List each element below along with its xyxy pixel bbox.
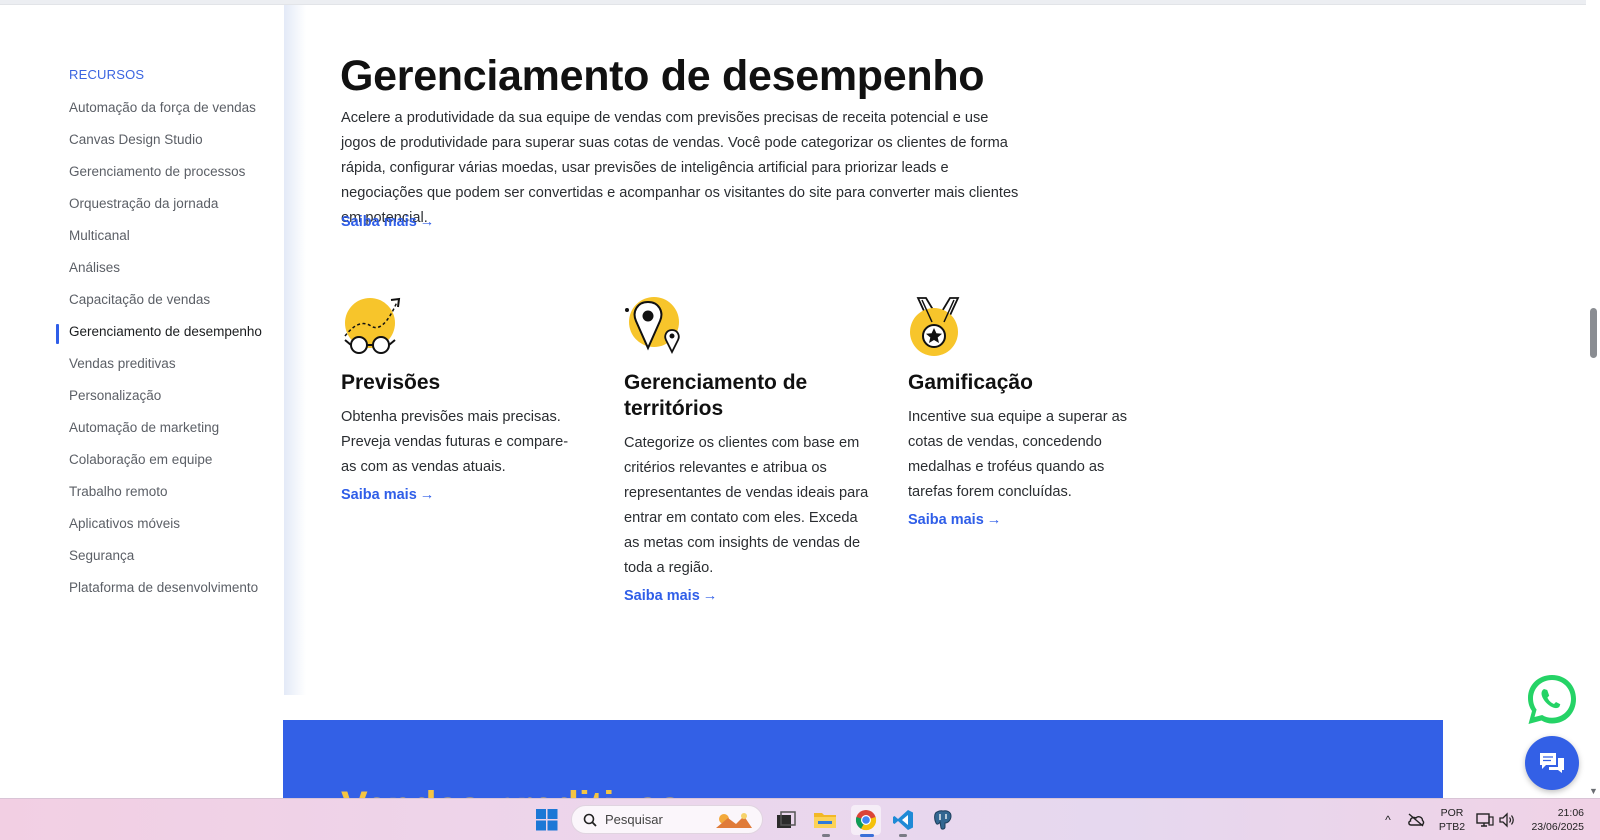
postgresql-icon[interactable] bbox=[930, 807, 956, 833]
cloud-offline-icon[interactable] bbox=[1403, 807, 1429, 833]
task-view-icon[interactable] bbox=[773, 807, 799, 833]
input-language[interactable]: POR PTB2 bbox=[1437, 806, 1467, 834]
card-title: Previsões bbox=[341, 371, 441, 394]
running-indicator bbox=[899, 834, 907, 837]
chevron-up-icon[interactable]: ^ bbox=[1375, 807, 1401, 833]
sidebar-item-analytics[interactable]: Análises bbox=[69, 257, 269, 278]
sidebar-item-label: Gerenciamento de desempenho bbox=[69, 324, 262, 339]
banner-title: Vendas preditivas bbox=[341, 784, 681, 798]
feature-card-territories: Gerenciamento de territórios Categorize … bbox=[624, 296, 869, 605]
card-text: Categorize os clientes com base em crité… bbox=[624, 435, 869, 576]
search-highlight-icon bbox=[716, 813, 752, 828]
sidebar-shadow bbox=[284, 5, 306, 695]
learn-more-label: Saiba mais bbox=[624, 588, 700, 604]
card-title: Gerenciamento de territórios bbox=[624, 371, 808, 420]
arrow-right-icon: → bbox=[419, 214, 435, 230]
chat-bubbles-icon bbox=[1540, 753, 1564, 773]
arrow-right-icon: → bbox=[986, 512, 1002, 528]
learn-more-label: Saiba mais bbox=[908, 512, 984, 528]
card-title: Gamificação bbox=[908, 371, 1033, 394]
active-indicator bbox=[56, 324, 59, 344]
vscode-icon[interactable] bbox=[890, 807, 916, 833]
sidebar-item-team-collaboration[interactable]: Colaboração em equipe bbox=[69, 449, 269, 470]
running-indicator bbox=[822, 834, 830, 837]
volume-icon[interactable] bbox=[1494, 807, 1520, 833]
whatsapp-button[interactable] bbox=[1524, 672, 1580, 728]
card-text: Incentive sua equipe a superar as cotas … bbox=[908, 409, 1128, 500]
clock[interactable]: 21:06 23/06/2025 bbox=[1524, 806, 1584, 834]
sidebar-item-personalization[interactable]: Personalização bbox=[69, 385, 269, 406]
sidebar-item-performance-management[interactable]: Gerenciamento de desempenho bbox=[56, 321, 269, 344]
clock-date: 23/06/2025 bbox=[1531, 821, 1584, 833]
learn-more-label: Saiba mais bbox=[341, 214, 417, 230]
learn-more-link[interactable]: Saiba mais → bbox=[341, 214, 434, 230]
sidebar-item-mobile-apps[interactable]: Aplicativos móveis bbox=[69, 513, 269, 534]
keyboard-layout: PTB2 bbox=[1438, 821, 1466, 833]
page-scrollbar[interactable]: ▼ bbox=[1586, 0, 1600, 798]
card-learn-more-link[interactable]: Saiba mais → bbox=[341, 487, 434, 503]
sidebar-item-security[interactable]: Segurança bbox=[69, 545, 269, 566]
learn-more-label: Saiba mais bbox=[341, 487, 417, 503]
os-taskbar: Pesquisar ^ POR PTB2 21:06 23/06/2025 bbox=[0, 798, 1600, 840]
search-placeholder: Pesquisar bbox=[605, 812, 663, 827]
whatsapp-icon bbox=[1528, 675, 1576, 724]
resources-sidebar: RECURSOS Automação da força de vendas Ca… bbox=[0, 5, 284, 695]
chat-button[interactable] bbox=[1525, 736, 1579, 790]
feature-card-forecasts: Previsões Obtenha previsões mais precisa… bbox=[341, 296, 581, 504]
sidebar-item-sales-enablement[interactable]: Capacitação de vendas bbox=[69, 289, 269, 310]
taskbar-search-box[interactable]: Pesquisar bbox=[571, 805, 763, 834]
section-description: Acelere a produtividade da sua equipe de… bbox=[341, 110, 1019, 226]
sidebar-item-development-platform[interactable]: Plataforma de desenvolvimento bbox=[69, 577, 269, 598]
file-explorer-icon[interactable] bbox=[812, 807, 838, 833]
sidebar-item-process-management[interactable]: Gerenciamento de processos bbox=[69, 161, 269, 182]
medal-icon bbox=[908, 296, 968, 356]
clock-time: 21:06 bbox=[1557, 807, 1584, 819]
sidebar-item-marketing-automation[interactable]: Automação de marketing bbox=[69, 417, 269, 438]
predictive-sales-banner: Vendas preditivas bbox=[283, 720, 1443, 798]
arrow-right-icon: → bbox=[702, 588, 718, 604]
active-app-indicator bbox=[860, 834, 874, 837]
card-text: Obtenha previsões mais precisas. Preveja… bbox=[341, 409, 569, 475]
section-title: Gerenciamento de desempenho bbox=[340, 52, 985, 100]
search-icon bbox=[583, 813, 597, 827]
scroll-down-arrow-icon[interactable]: ▼ bbox=[1589, 786, 1598, 796]
arrow-right-icon: → bbox=[419, 487, 435, 503]
sidebar-item-predictive-sales[interactable]: Vendas preditivas bbox=[69, 353, 269, 374]
feature-card-gamification: Gamificação Incentive sua equipe a super… bbox=[908, 296, 1140, 529]
sidebar-item-sales-force-automation[interactable]: Automação da força de vendas bbox=[69, 97, 269, 118]
sidebar-list: Automação da força de vendas Canvas Desi… bbox=[56, 97, 269, 609]
forecast-icon bbox=[341, 296, 401, 356]
card-learn-more-link[interactable]: Saiba mais → bbox=[908, 512, 1001, 528]
territory-pin-icon bbox=[624, 296, 684, 356]
windows-start-icon[interactable] bbox=[534, 807, 560, 833]
language-code: POR bbox=[1440, 807, 1464, 819]
scrollbar-thumb[interactable] bbox=[1590, 308, 1597, 358]
sidebar-item-multichannel[interactable]: Multicanal bbox=[69, 225, 269, 246]
sidebar-heading: RECURSOS bbox=[69, 67, 145, 82]
sidebar-item-remote-work[interactable]: Trabalho remoto bbox=[69, 481, 269, 502]
sidebar-item-journey-orchestration[interactable]: Orquestração da jornada bbox=[69, 193, 269, 214]
sidebar-item-canvas-design-studio[interactable]: Canvas Design Studio bbox=[69, 129, 269, 150]
card-learn-more-link[interactable]: Saiba mais → bbox=[624, 588, 717, 604]
chrome-icon[interactable] bbox=[851, 805, 881, 835]
